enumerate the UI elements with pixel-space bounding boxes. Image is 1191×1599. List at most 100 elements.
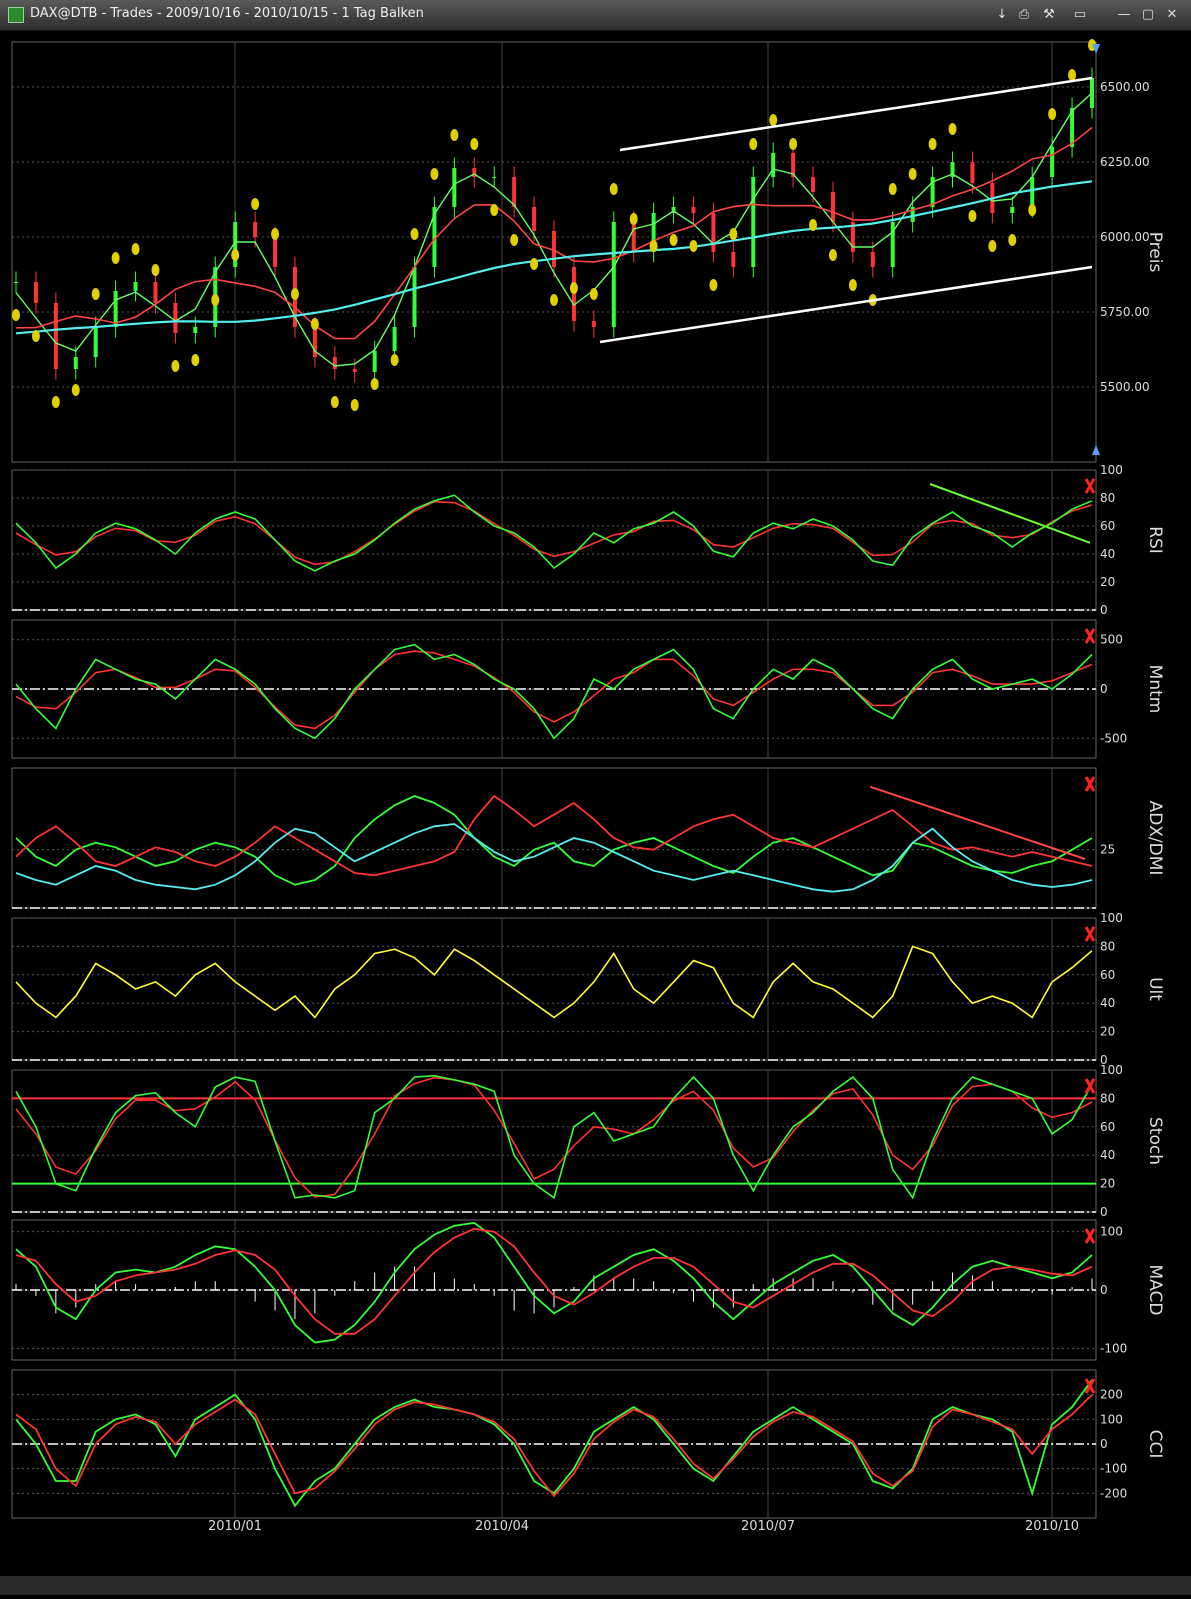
y-tick-label: 500 <box>1100 633 1123 647</box>
sar-dot <box>251 198 260 210</box>
sar-dot <box>749 138 758 150</box>
sar-dot <box>848 279 857 291</box>
y-tick-label: 80 <box>1100 939 1115 953</box>
sar-dot <box>410 228 419 240</box>
y-tick-label: 60 <box>1100 968 1115 982</box>
y-tick-label: 100 <box>1100 1225 1123 1239</box>
candle-body <box>153 282 158 303</box>
sar-dot <box>1008 234 1017 246</box>
maximize-button[interactable]: ▢ <box>1139 7 1157 23</box>
sar-dot <box>470 138 479 150</box>
sar-dot <box>948 123 957 135</box>
candle-body <box>771 153 776 177</box>
candle-body <box>14 282 18 283</box>
y-tick-label: 100 <box>1100 1412 1123 1426</box>
y-tick-label: 40 <box>1100 996 1115 1010</box>
sar-dot <box>1048 108 1057 120</box>
y-tick-label: 0 <box>1100 1283 1108 1297</box>
axis-label: Mntm <box>1145 665 1165 714</box>
sar-dot <box>769 114 778 126</box>
candle-body <box>372 351 377 372</box>
candle-body <box>711 213 716 252</box>
sar-dot <box>988 240 997 252</box>
sar-dot <box>888 183 897 195</box>
close-button[interactable]: ✕ <box>1163 7 1181 23</box>
month-label: 2010/01 <box>208 1519 262 1534</box>
sar-dot <box>629 213 638 225</box>
sar-dot <box>789 138 798 150</box>
sar-dot <box>31 330 40 342</box>
month-label: 2010/10 <box>1025 1519 1079 1534</box>
y-tick-label: -100 <box>1100 1341 1127 1355</box>
y-tick-label: -100 <box>1100 1462 1127 1476</box>
sar-dot <box>490 204 499 216</box>
sar-dot <box>589 288 598 300</box>
y-tick-label: 6500.00 <box>1100 80 1150 94</box>
sar-dot <box>330 396 339 408</box>
sar-dot <box>689 240 698 252</box>
sar-dot <box>709 279 718 291</box>
candle-body <box>492 177 497 178</box>
tools-icon[interactable]: ⚒ <box>1040 7 1058 23</box>
axis-label: Stoch <box>1145 1117 1165 1165</box>
y-tick-label: 100 <box>1100 911 1123 925</box>
sar-dot <box>231 249 240 261</box>
sar-dot <box>510 234 519 246</box>
sar-dot <box>809 219 818 231</box>
axis-label: CCI <box>1145 1430 1165 1459</box>
minimize-button[interactable]: — <box>1115 7 1133 23</box>
chart-area[interactable]: 6500.00 6250.00 6000.00 5750.00 5500.00 Preis… <box>0 30 1191 1595</box>
y-tick-label: 5750.00 <box>1100 305 1150 319</box>
candle-body <box>552 231 556 267</box>
print-icon[interactable]: ⎙ <box>1015 7 1033 23</box>
sar-dot <box>111 252 120 264</box>
sar-dot <box>450 129 459 141</box>
sar-dot <box>171 360 180 372</box>
y-tick-label: 0 <box>1100 682 1108 696</box>
sar-dot <box>530 258 539 270</box>
sar-dot <box>1028 204 1037 216</box>
y-tick-label: 20 <box>1100 1177 1115 1191</box>
sar-dot <box>12 309 20 321</box>
y-tick-label: 40 <box>1100 547 1115 561</box>
candle-body <box>412 267 417 327</box>
app-icon <box>8 7 24 23</box>
layout-icon[interactable]: ▭ <box>1071 7 1089 23</box>
candle-body <box>392 327 397 351</box>
axis-label: RSI <box>1145 526 1165 554</box>
candle-body <box>193 327 198 333</box>
sar-dot <box>550 294 558 306</box>
y-tick-label: 5500.00 <box>1100 380 1150 394</box>
month-label: 2010/04 <box>475 1519 529 1534</box>
chart-svg[interactable]: 6500.00 6250.00 6000.00 5750.00 5500.00 Preis… <box>0 30 1191 1595</box>
pin-icon[interactable]: ↓ <box>993 7 1011 23</box>
sar-dot <box>370 378 379 390</box>
candle-body <box>811 177 816 192</box>
candle-body <box>93 327 98 357</box>
sar-dot <box>609 183 618 195</box>
window-title: DAX@DTB - Trades - 2009/10/16 - 2010/10/… <box>30 6 424 21</box>
candle-body <box>870 252 875 267</box>
candle-body <box>591 321 596 327</box>
sar-dot <box>430 168 439 180</box>
candle-body <box>113 291 118 327</box>
candle-body <box>273 237 278 267</box>
axis-label: Preis <box>1145 232 1165 273</box>
candle-body <box>253 222 258 237</box>
title-bar: DAX@DTB - Trades - 2009/10/16 - 2010/10/… <box>0 0 1191 31</box>
axis-label: Ult <box>1145 977 1165 1001</box>
sar-dot <box>968 210 977 222</box>
y-tick-label: 80 <box>1100 491 1115 505</box>
sar-dot <box>569 282 578 294</box>
candle-body <box>970 162 975 183</box>
sar-dot <box>271 228 280 240</box>
sar-dot <box>310 318 319 330</box>
y-tick-label: 100 <box>1100 1063 1123 1077</box>
candle-body <box>332 357 337 369</box>
month-label: 2010/07 <box>741 1519 795 1534</box>
candle-body <box>751 177 756 267</box>
candle-body <box>33 282 38 303</box>
y-tick-label: 60 <box>1100 1120 1115 1134</box>
y-tick-label: 0 <box>1100 1205 1108 1219</box>
candle-body <box>830 192 835 222</box>
